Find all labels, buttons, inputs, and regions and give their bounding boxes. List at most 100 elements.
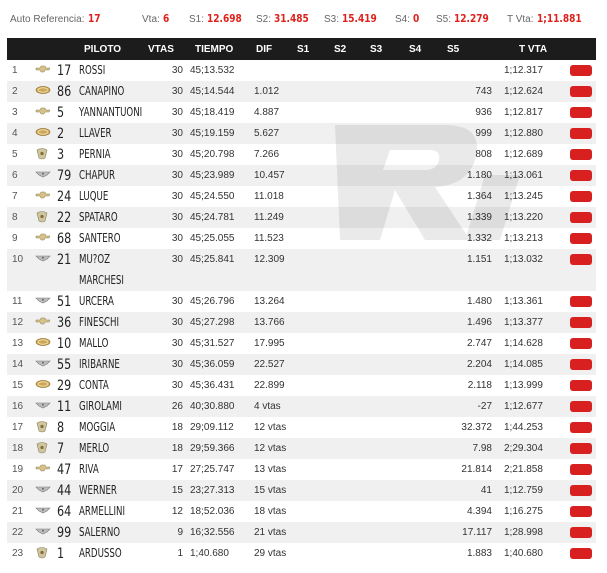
car-number: 17 — [57, 63, 72, 79]
table-row: 3 5 YANNANTUONI 30 45;18.419 4.887 936 1;12.817 — [7, 102, 596, 123]
col-dif: DIF — [256, 44, 273, 55]
position: 7 — [12, 191, 18, 202]
driver-name: ROSSI — [79, 63, 106, 77]
sector-5: 2.118 — [467, 380, 492, 391]
car-number: 86 — [57, 84, 72, 100]
sector-5: 21.814 — [461, 464, 492, 475]
total-time: 45;20.798 — [190, 149, 235, 160]
chevrolet-logo-icon — [35, 316, 51, 326]
ref-s4: S4: 0 — [395, 12, 421, 25]
chevrolet-logo-icon — [35, 463, 51, 473]
driver-name: SANTERO — [79, 231, 121, 245]
total-time: 1;40.680 — [190, 548, 229, 559]
driver-detail-button[interactable] — [570, 233, 592, 244]
laps: 26 — [171, 401, 183, 412]
driver-detail-button[interactable] — [570, 359, 592, 370]
gap: 22.527 — [254, 359, 285, 370]
driver-name: MU?OZ MARCHESI — [79, 252, 124, 287]
position: 14 — [12, 359, 24, 370]
driver-detail-button[interactable] — [570, 170, 592, 181]
gap: 7.266 — [254, 149, 280, 160]
driver-name: CHAPUR — [79, 168, 115, 182]
ref-s3: S3: 15.419 — [324, 12, 384, 25]
laps: 15 — [171, 485, 183, 496]
car-number: 5 — [57, 105, 65, 121]
torino-logo-icon — [35, 526, 51, 536]
total-time: 45;27.298 — [190, 317, 235, 328]
total-time: 45;19.159 — [190, 128, 235, 139]
lap-time: 1;14.085 — [504, 359, 543, 370]
sector-5: 1.180 — [466, 170, 492, 181]
laps: 1 — [177, 548, 183, 559]
laps: 30 — [171, 107, 183, 118]
sector-5: 2.204 — [466, 359, 492, 370]
lap-time: 1;13.377 — [504, 317, 543, 328]
position: 13 — [12, 338, 24, 349]
driver-detail-button[interactable] — [570, 149, 592, 160]
car-number: 51 — [57, 294, 72, 310]
driver-detail-button[interactable] — [570, 527, 592, 538]
col-vtas: VTAS — [148, 44, 174, 55]
position: 19 — [12, 464, 24, 475]
gap: 4.887 — [254, 107, 280, 118]
car-number: 1 — [57, 546, 65, 562]
driver-detail-button[interactable] — [570, 296, 592, 307]
driver-detail-button[interactable] — [570, 191, 592, 202]
car-number: 24 — [57, 189, 72, 205]
col-piloto: PILOTO — [84, 44, 122, 55]
ref-s4-label: S4: — [395, 14, 411, 25]
car-number: 21 — [57, 252, 72, 268]
ref-lap-value: 6 — [162, 12, 170, 25]
auto-reference: Auto Referencia: 17 — [10, 12, 103, 25]
driver-detail-button[interactable] — [570, 548, 592, 559]
gap: 18 vtas — [254, 506, 287, 517]
driver-name: SPATARO — [79, 210, 118, 224]
car-number: 10 — [57, 336, 72, 352]
ref-s1-value: 12.698 — [207, 12, 242, 25]
total-time: 18;52.036 — [190, 506, 235, 517]
position: 12 — [12, 317, 24, 328]
driver-detail-button[interactable] — [570, 128, 592, 139]
table-row: 4 2 LLAVER 30 45;19.159 5.627 999 1;12.880 — [7, 123, 596, 144]
lap-time: 1;44.253 — [504, 422, 543, 433]
driver-detail-button[interactable] — [570, 338, 592, 349]
reference-bar: Auto Referencia: 17 Vta: 6 S1: 12.698 S2: 31… — [0, 0, 607, 36]
sector-5: 936 — [475, 107, 492, 118]
torino-logo-icon — [35, 400, 51, 410]
driver-detail-button[interactable] — [570, 212, 592, 223]
table-row: 20 44 WERNER 15 23;27.313 15 vtas 41 1;12.759 — [7, 480, 596, 501]
driver-detail-button[interactable] — [570, 401, 592, 412]
car-number: 29 — [57, 378, 72, 394]
driver-detail-button[interactable] — [570, 380, 592, 391]
chevrolet-logo-icon — [35, 106, 51, 116]
sector-5: 41 — [480, 485, 492, 496]
driver-detail-button[interactable] — [570, 107, 592, 118]
driver-detail-button[interactable] — [570, 443, 592, 454]
driver-detail-button[interactable] — [570, 506, 592, 517]
position: 2 — [12, 86, 18, 97]
torino-logo-icon — [35, 484, 51, 494]
table-row: 7 24 LUQUE 30 45;24.550 11.018 1.364 1;13.245 — [7, 186, 596, 207]
driver-detail-button[interactable] — [570, 65, 592, 76]
lap-time: 1;13.213 — [504, 233, 543, 244]
gap: 10.457 — [254, 170, 285, 181]
car-number: 8 — [57, 420, 65, 436]
position: 6 — [12, 170, 18, 181]
car-number: 44 — [57, 483, 72, 499]
table-row: 2 86 CANAPINO 30 45;14.544 1.012 743 1;12.624 — [7, 81, 596, 102]
ref-lap-time-label: T Vta: — [507, 14, 534, 25]
driver-detail-button[interactable] — [570, 485, 592, 496]
gap: 15 vtas — [254, 485, 287, 496]
dodge-logo-icon — [35, 211, 49, 223]
driver-detail-button[interactable] — [570, 464, 592, 475]
driver-name: SALERNO — [79, 525, 121, 539]
ref-s5: S5: 12.279 — [436, 12, 496, 25]
driver-detail-button[interactable] — [570, 254, 592, 265]
driver-detail-button[interactable] — [570, 317, 592, 328]
driver-detail-button[interactable] — [570, 86, 592, 97]
auto-reference-label: Auto Referencia: — [10, 14, 85, 25]
position: 10 — [12, 254, 24, 265]
ford-logo-icon — [35, 337, 51, 347]
col-s3: S3 — [370, 44, 383, 55]
driver-detail-button[interactable] — [570, 422, 592, 433]
